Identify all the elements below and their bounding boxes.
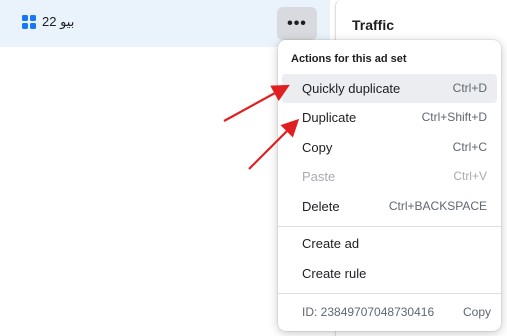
menu-item-label: Paste xyxy=(302,169,336,184)
menu-item-label: Duplicate xyxy=(302,110,357,125)
menu-item-label: Create rule xyxy=(302,266,367,281)
menu-item-label: Create ad xyxy=(302,236,360,251)
more-options-button[interactable]: ••• xyxy=(277,7,317,40)
menu-item-shortcut: Ctrl+Shift+D xyxy=(421,110,487,124)
actions-menu: Actions for this ad set Quickly duplicat… xyxy=(278,40,501,331)
menu-item-label: Copy xyxy=(302,140,333,155)
menu-item-label: Delete xyxy=(302,199,340,214)
red-arrow-icon xyxy=(223,84,290,122)
menu-item-paste: Paste Ctrl+V xyxy=(282,162,497,191)
menu-item-shortcut: Ctrl+C xyxy=(452,140,487,154)
menu-item-shortcut: Ctrl+V xyxy=(453,169,487,183)
menu-item-delete[interactable]: Delete Ctrl+BACKSPACE xyxy=(282,192,497,221)
menu-header: Actions for this ad set xyxy=(291,53,407,65)
menu-item-label: Quickly duplicate xyxy=(302,81,401,96)
side-panel-title: Traffic xyxy=(352,17,395,33)
menu-item-create-rule[interactable]: Create rule xyxy=(282,259,497,288)
menu-divider xyxy=(278,226,501,227)
menu-item-duplicate[interactable]: Duplicate Ctrl+Shift+D xyxy=(282,103,497,132)
grid-icon xyxy=(22,15,36,29)
menu-item-shortcut: Ctrl+BACKSPACE xyxy=(388,199,487,213)
menu-item-shortcut: Ctrl+D xyxy=(452,81,487,95)
ad-set-name: بيو 22 xyxy=(42,14,75,29)
ad-set-row[interactable]: بيو 22 ••• xyxy=(0,0,330,47)
ad-set-id: ID: 23849707048730416 xyxy=(302,305,435,319)
menu-item-quickly-duplicate[interactable]: Quickly duplicate Ctrl+D xyxy=(282,74,497,103)
menu-item-create-ad[interactable]: Create ad xyxy=(282,229,497,258)
menu-item-copy[interactable]: Copy Ctrl+C xyxy=(282,133,497,162)
copy-id-button[interactable]: Copy xyxy=(463,305,491,319)
menu-divider xyxy=(278,293,501,294)
